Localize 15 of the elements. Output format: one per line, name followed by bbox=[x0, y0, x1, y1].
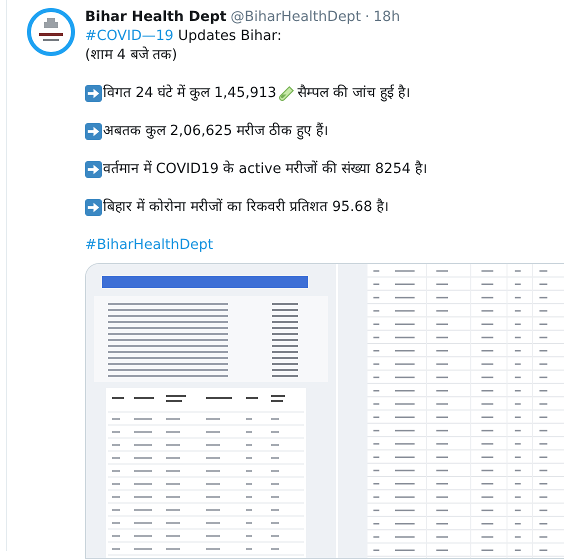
hashtag-link[interactable]: #BiharHealthDept bbox=[85, 236, 214, 255]
tweet-subtitle: (शाम 4 बजे तक) bbox=[85, 46, 178, 65]
test-tube-icon bbox=[278, 85, 296, 102]
avatar-icon[interactable] bbox=[27, 8, 75, 56]
tweet-time[interactable]: 18h bbox=[373, 8, 400, 27]
tweet-text: अबतक कुल 2,06,625 मरीज ठीक हुए हैं। bbox=[103, 122, 328, 141]
tweet-text: सैम्पल की जांच हुई है। bbox=[297, 84, 410, 103]
tweet-title: Updates Bihar: bbox=[177, 28, 282, 44]
tweet-text: बिहार में कोरोना मरीजों का रिकवरी प्रतिशत 95.68 है। bbox=[103, 198, 389, 217]
separator-dot: · bbox=[364, 8, 370, 27]
author-name[interactable]: Bihar Health Dept bbox=[85, 8, 226, 27]
tweet-text: विगत 24 घंटे में कुल 1,45,913 bbox=[103, 84, 276, 103]
tweet-text: वर्तमान में COVID19 के active मरीजों की संख्या 8254 है। bbox=[103, 160, 428, 179]
author-handle[interactable]: @BiharHealthDept bbox=[230, 8, 361, 27]
hashtag-link[interactable]: #COVID—19 bbox=[85, 28, 174, 44]
